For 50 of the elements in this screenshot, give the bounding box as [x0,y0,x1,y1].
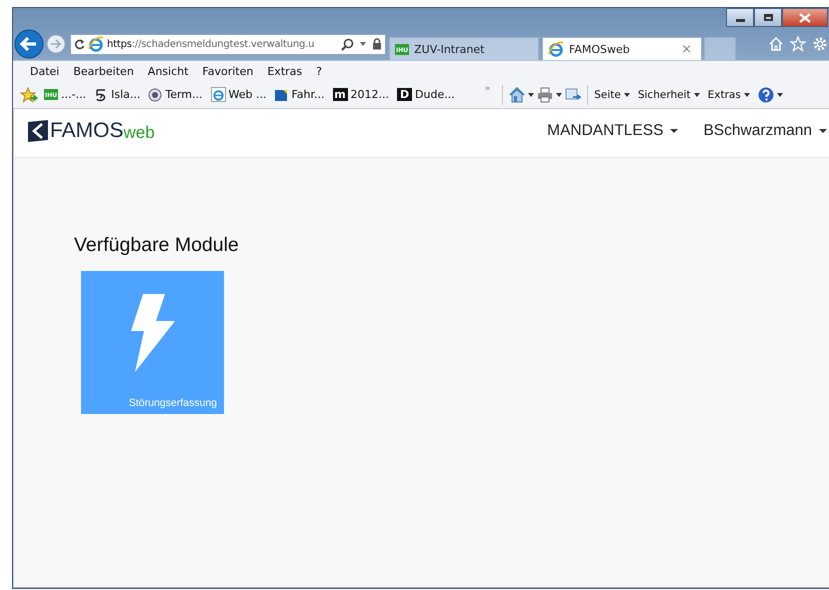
logo-suffix: web [124,123,155,143]
menu-item[interactable]: Bearbeiten [73,64,134,78]
refresh-icon[interactable] [74,38,85,50]
close-tab-button[interactable]: × [681,42,692,56]
command-menu[interactable]: Sicherheit [638,88,703,100]
menu-item[interactable]: Favoriten [202,64,254,78]
favorite-link[interactable]: D Dude... [397,88,455,101]
search-icon[interactable] [341,38,354,50]
module-label: Störungserfassung [128,397,217,409]
letter-icon: D [397,88,412,101]
settings-icon[interactable] [812,36,828,52]
back-button[interactable] [14,29,44,59]
address-field[interactable]: https://schadensmeldungtest.verwaltung.u [70,34,386,54]
caret-icon[interactable] [528,92,534,96]
nav-dropdown[interactable]: MANDANTLESS [547,122,682,140]
seal-icon [148,88,162,102]
caret-icon[interactable] [360,42,366,46]
feed-button[interactable] [565,88,582,102]
close-button[interactable] [782,8,828,27]
ie-icon [548,41,564,57]
browser-tab[interactable]: FAMOSweb × [542,37,702,60]
ie-icon [88,36,104,52]
favorite-link[interactable]: m 2012... [332,88,390,101]
lightning-icon [130,294,174,372]
favorite-link[interactable]: Fahr... [274,88,325,102]
favorites-star-icon[interactable] [20,86,38,102]
logo-icon [27,120,49,142]
nav-dropdown[interactable]: BSchwarzmann [703,122,829,140]
favorite-link[interactable]: Isla... [94,88,140,102]
section-heading: Verfügbare Module [74,234,240,257]
command-menu[interactable]: Extras [708,88,753,100]
command-menu[interactable]: Seite [594,88,633,100]
book-icon [274,88,288,102]
menu-item[interactable]: ? [316,64,322,78]
menu-item[interactable]: Datei [30,64,60,78]
ie-icon [210,87,226,102]
star-icon[interactable] [790,36,806,52]
menu-item[interactable]: Extras [267,64,302,78]
maximize-button[interactable] [754,8,782,27]
favorite-link[interactable]: Web ... [210,87,266,102]
lock-icon [372,38,382,50]
close-icon [799,12,811,22]
home-button[interactable] [509,86,526,102]
letter-icon: m [332,88,348,101]
print-button[interactable] [537,86,554,102]
minimize-button[interactable] [726,8,754,27]
favorite-link[interactable]: Term... [148,88,203,102]
menu-item[interactable]: Ansicht [148,64,188,78]
logo-text: FAMOS [50,119,124,143]
home-icon[interactable] [768,36,784,52]
